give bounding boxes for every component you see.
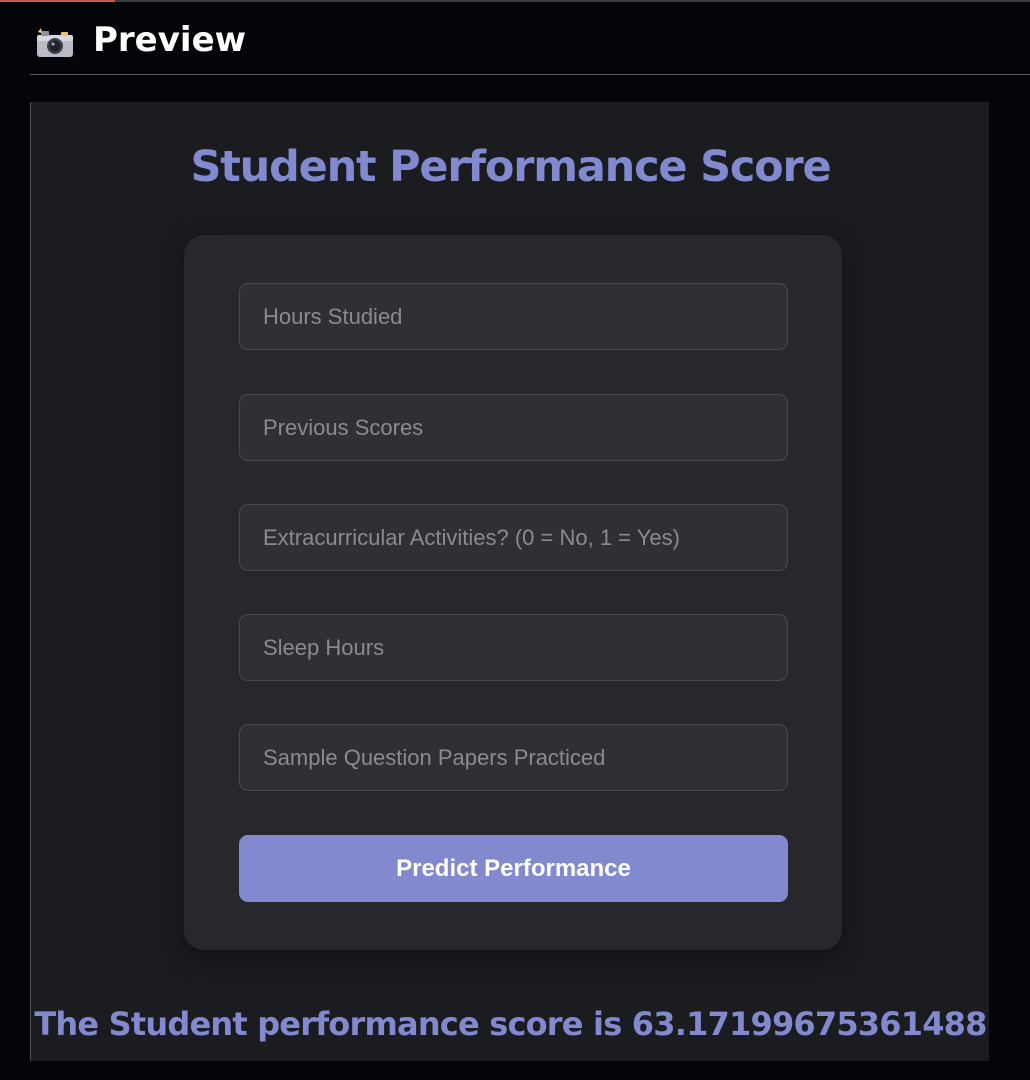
- prediction-result: The Student performance score is 63.1719…: [34, 1005, 987, 1043]
- camera-icon: [37, 28, 73, 57]
- active-tab-indicator: [0, 0, 115, 2]
- prediction-form: Predict Performance: [184, 235, 842, 950]
- sample-question-papers-input[interactable]: [239, 724, 788, 791]
- page-title: Student Performance Score: [190, 142, 832, 192]
- predict-performance-button[interactable]: Predict Performance: [239, 835, 788, 902]
- sleep-hours-input[interactable]: [239, 614, 788, 681]
- preview-title: Preview: [93, 20, 247, 60]
- previous-scores-input[interactable]: [239, 394, 788, 461]
- preview-frame: Student Performance Score Predict Perfor…: [30, 102, 989, 1061]
- extracurricular-activities-input[interactable]: [239, 504, 788, 571]
- window-top-accent: [0, 0, 1030, 2]
- preview-header: Preview: [30, 10, 1030, 75]
- hours-studied-input[interactable]: [239, 283, 788, 350]
